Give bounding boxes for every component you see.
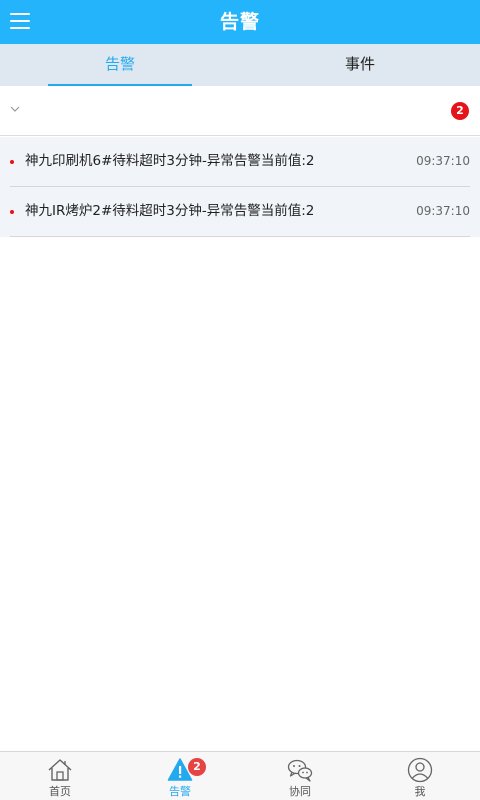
alarm-status-dot	[10, 160, 14, 164]
alarm-status-dot	[10, 210, 14, 214]
nav-label: 我	[414, 785, 426, 798]
app-header: 告警	[0, 0, 480, 44]
list-item[interactable]: 神九IR烤炉2#待料超时3分钟-异常告警当前值:2 09:37:10	[0, 187, 480, 237]
alarm-group-toggle[interactable]: 2	[0, 86, 480, 136]
chevron-down-icon	[10, 106, 20, 112]
nav-badge: 2	[188, 758, 206, 776]
tab-alarms[interactable]: 告警	[0, 44, 240, 86]
user-icon	[407, 757, 433, 783]
chat-icon	[287, 759, 313, 782]
alarm-time: 09:37:10	[416, 154, 470, 168]
alarm-message: 神九印刷机6#待料超时3分钟-异常告警当前值:2	[25, 153, 315, 169]
nav-item-me[interactable]: 我	[360, 752, 480, 800]
nav-label: 首页	[49, 785, 71, 798]
divider	[10, 236, 470, 237]
alarm-time: 09:37:10	[416, 204, 470, 218]
bottom-nav: 首页 2 告警 协同 我	[0, 751, 480, 800]
page-title: 告警	[219, 11, 260, 33]
alarm-message: 神九IR烤炉2#待料超时3分钟-异常告警当前值:2	[25, 203, 315, 219]
list-item[interactable]: 神九印刷机6#待料超时3分钟-异常告警当前值:2 09:37:10	[0, 137, 480, 187]
nav-item-alarms[interactable]: 2 告警	[120, 752, 240, 800]
nav-item-home[interactable]: 首页	[0, 752, 120, 800]
alarm-list: 神九印刷机6#待料超时3分钟-异常告警当前值:2 09:37:10 神九IR烤炉…	[0, 137, 480, 237]
nav-label: 告警	[169, 785, 191, 798]
nav-item-collaboration[interactable]: 协同	[240, 752, 360, 800]
app: 告警 告警 事件 2 神九印刷机6#待料超时3分钟-异常告警当前值:2 09:3…	[0, 0, 480, 800]
alarm-count-badge: 2	[451, 102, 469, 120]
tab-bar: 告警 事件	[0, 44, 480, 86]
nav-label: 协同	[289, 785, 311, 798]
tab-events[interactable]: 事件	[240, 44, 480, 86]
home-icon	[48, 759, 72, 781]
